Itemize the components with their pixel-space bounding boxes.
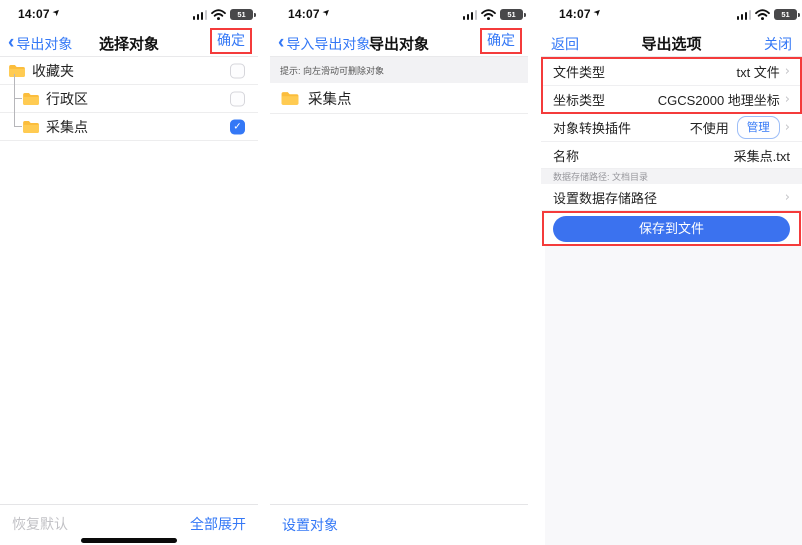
row-label: 设置数据存储路径 [553, 188, 657, 207]
row-label: 坐标类型 [553, 90, 605, 109]
screen-select-objects: 14:07 ➤ 51 ‹ 导出对象 选择对象 确定 收藏夹 [0, 0, 258, 545]
row-label: 文件类型 [553, 62, 605, 81]
tree-item-label: 行政区 [46, 89, 88, 109]
row-label: 对象转换插件 [553, 118, 631, 137]
swipe-hint-banner: 提示: 向左滑动可删除对象 [270, 57, 528, 83]
wifi-icon [755, 9, 770, 20]
row-value: txt 文件 [736, 62, 779, 81]
chevron-right-icon: › [785, 92, 790, 107]
location-arrow-icon: ➤ [50, 6, 63, 19]
footer-bar: 设置对象 [270, 504, 528, 545]
nav-bar: ‹ 导入导出对象 导出对象 确定 [270, 28, 528, 57]
folder-icon [280, 91, 300, 106]
row-value: CGCS2000 地理坐标 [658, 90, 780, 109]
folder-icon [22, 120, 40, 134]
tree-row-collect-points[interactable]: 采集点 ✓ [0, 113, 258, 141]
folder-icon [22, 92, 40, 106]
cellular-signal-icon [463, 10, 478, 20]
status-icons: 51 [737, 8, 798, 20]
battery-icon: 51 [774, 9, 797, 20]
wifi-icon [211, 9, 226, 20]
row-value: 不使用 [690, 118, 729, 137]
tree-item-label: 收藏夹 [32, 61, 74, 81]
battery-icon: 51 [230, 9, 253, 20]
screen-export-options: 14:07 ➤ 51 返回 导出选项 关闭 文件类型 txt 文件 › [541, 0, 802, 545]
status-icons: 51 [463, 8, 524, 20]
tree-row-favorites[interactable]: 收藏夹 [0, 57, 258, 85]
wifi-icon [481, 9, 496, 20]
row-name[interactable]: 名称 采集点.txt [541, 142, 802, 169]
clock: 14:07 [559, 7, 591, 21]
tree-item-label: 采集点 [46, 117, 88, 137]
footer-bar: 恢复默认 全部展开 [0, 504, 258, 545]
battery-percent: 51 [774, 10, 797, 19]
options-list: 文件类型 txt 文件 › 坐标类型 CGCS2000 地理坐标 › 对象转换插… [541, 58, 802, 211]
close-button[interactable]: 关闭 [764, 36, 792, 52]
tree-connector-tick [14, 126, 22, 127]
location-arrow-icon: ➤ [320, 6, 333, 19]
row-set-storage-path[interactable]: 设置数据存储路径 › [541, 184, 802, 211]
confirm-button[interactable]: 确定 [217, 32, 245, 48]
cellular-signal-icon [193, 10, 208, 20]
tree-connector-line [14, 74, 15, 126]
location-arrow-icon: ➤ [591, 6, 604, 19]
screen-export-objects: 14:07 ➤ 51 ‹ 导入导出对象 导出对象 确定 提示: 向左滑动可删除对… [270, 0, 528, 545]
nav-bar: ‹ 导出对象 选择对象 确定 [0, 28, 258, 57]
clock: 14:07 [18, 7, 50, 21]
export-object-label: 采集点 [308, 88, 352, 109]
save-to-file-button[interactable]: 保存到文件 [553, 216, 790, 242]
clock: 14:07 [288, 7, 320, 21]
cellular-signal-icon [737, 10, 752, 20]
object-tree: 收藏夹 行政区 采集点 ✓ [0, 57, 258, 141]
checkbox-favorites[interactable] [230, 63, 245, 78]
battery-icon: 51 [500, 9, 523, 20]
nav-bar: 返回 导出选项 关闭 [541, 28, 802, 57]
row-coordinate-type[interactable]: 坐标类型 CGCS2000 地理坐标 › [541, 86, 802, 114]
screenshot-canvas: 14:07 ➤ 51 ‹ 导出对象 选择对象 确定 收藏夹 [0, 0, 802, 545]
export-object-row[interactable]: 采集点 [270, 83, 528, 114]
row-file-type[interactable]: 文件类型 txt 文件 › [541, 58, 802, 86]
status-bar: 14:07 ➤ 51 [270, 0, 528, 28]
status-bar: 14:07 ➤ 51 [0, 0, 258, 28]
reset-default-button[interactable]: 恢复默认 [12, 514, 68, 534]
chevron-right-icon: › [785, 64, 790, 79]
storage-path-text: 数据存储路径: 文档目录 [553, 170, 648, 183]
tree-row-districts[interactable]: 行政区 [0, 85, 258, 113]
storage-path-strip: 数据存储路径: 文档目录 [541, 169, 802, 184]
swipe-hint-text: 提示: 向左滑动可删除对象 [280, 64, 384, 77]
row-label: 名称 [553, 146, 579, 165]
row-value: 采集点.txt [734, 146, 790, 165]
confirm-highlight-box: 确定 [210, 28, 252, 54]
page-title: 导出选项 [541, 33, 802, 54]
folder-icon [8, 64, 26, 78]
home-indicator [81, 538, 177, 543]
manage-button[interactable]: 管理 [737, 116, 780, 139]
confirm-highlight-box: 确定 [480, 28, 522, 54]
tree-connector-tick [14, 98, 22, 99]
checkbox-collect-points[interactable]: ✓ [230, 119, 245, 134]
background-area [545, 246, 802, 545]
status-icons: 51 [193, 8, 254, 20]
set-objects-button[interactable]: 设置对象 [282, 515, 338, 535]
status-bar: 14:07 ➤ 51 [541, 0, 802, 28]
confirm-button[interactable]: 确定 [487, 32, 515, 48]
battery-percent: 51 [230, 10, 253, 19]
chevron-right-icon: › [785, 120, 790, 135]
row-conversion-plugin[interactable]: 对象转换插件 不使用 管理 › [541, 114, 802, 142]
chevron-right-icon: › [785, 190, 790, 205]
battery-percent: 51 [500, 10, 523, 19]
expand-all-button[interactable]: 全部展开 [190, 514, 246, 534]
checkbox-districts[interactable] [230, 91, 245, 106]
